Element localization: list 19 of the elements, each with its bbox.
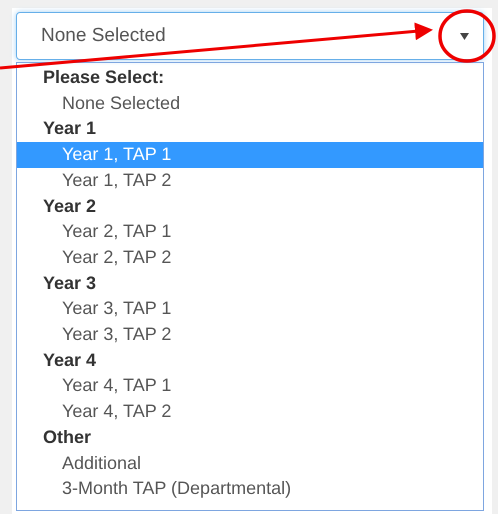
dropdown-option[interactable]: Year 1, TAP 2 (17, 168, 483, 194)
dropdown-option[interactable]: Year 3, TAP 1 (17, 296, 483, 322)
dropdown-option[interactable]: Year 2, TAP 2 (17, 244, 483, 271)
dropdown-option[interactable]: Year 4, TAP 2 (17, 399, 483, 425)
group-header: Year 4 (42, 348, 98, 372)
dropdown-select[interactable]: None Selected (16, 12, 484, 60)
group-header: Year 1 (42, 117, 98, 140)
annotation-circle (438, 9, 496, 63)
dropdown-option[interactable]: Year 2, TAP 1 (17, 219, 483, 245)
dropdown-option[interactable]: Additional (17, 450, 483, 476)
dropdown-option[interactable]: Year 4, TAP 1 (17, 373, 483, 400)
caret-icon (460, 32, 469, 40)
group-header: Other (42, 426, 92, 449)
dropdown-option[interactable]: None Selected (17, 90, 483, 116)
dropdown-option[interactable]: Year 3, TAP 2 (17, 322, 483, 348)
dropdown-option[interactable]: 3-Month TAP (Departmental) (17, 476, 483, 502)
group-header: Please Select: (42, 66, 166, 89)
group-header: Year 3 (42, 272, 98, 295)
group-header: Year 2 (42, 194, 98, 218)
